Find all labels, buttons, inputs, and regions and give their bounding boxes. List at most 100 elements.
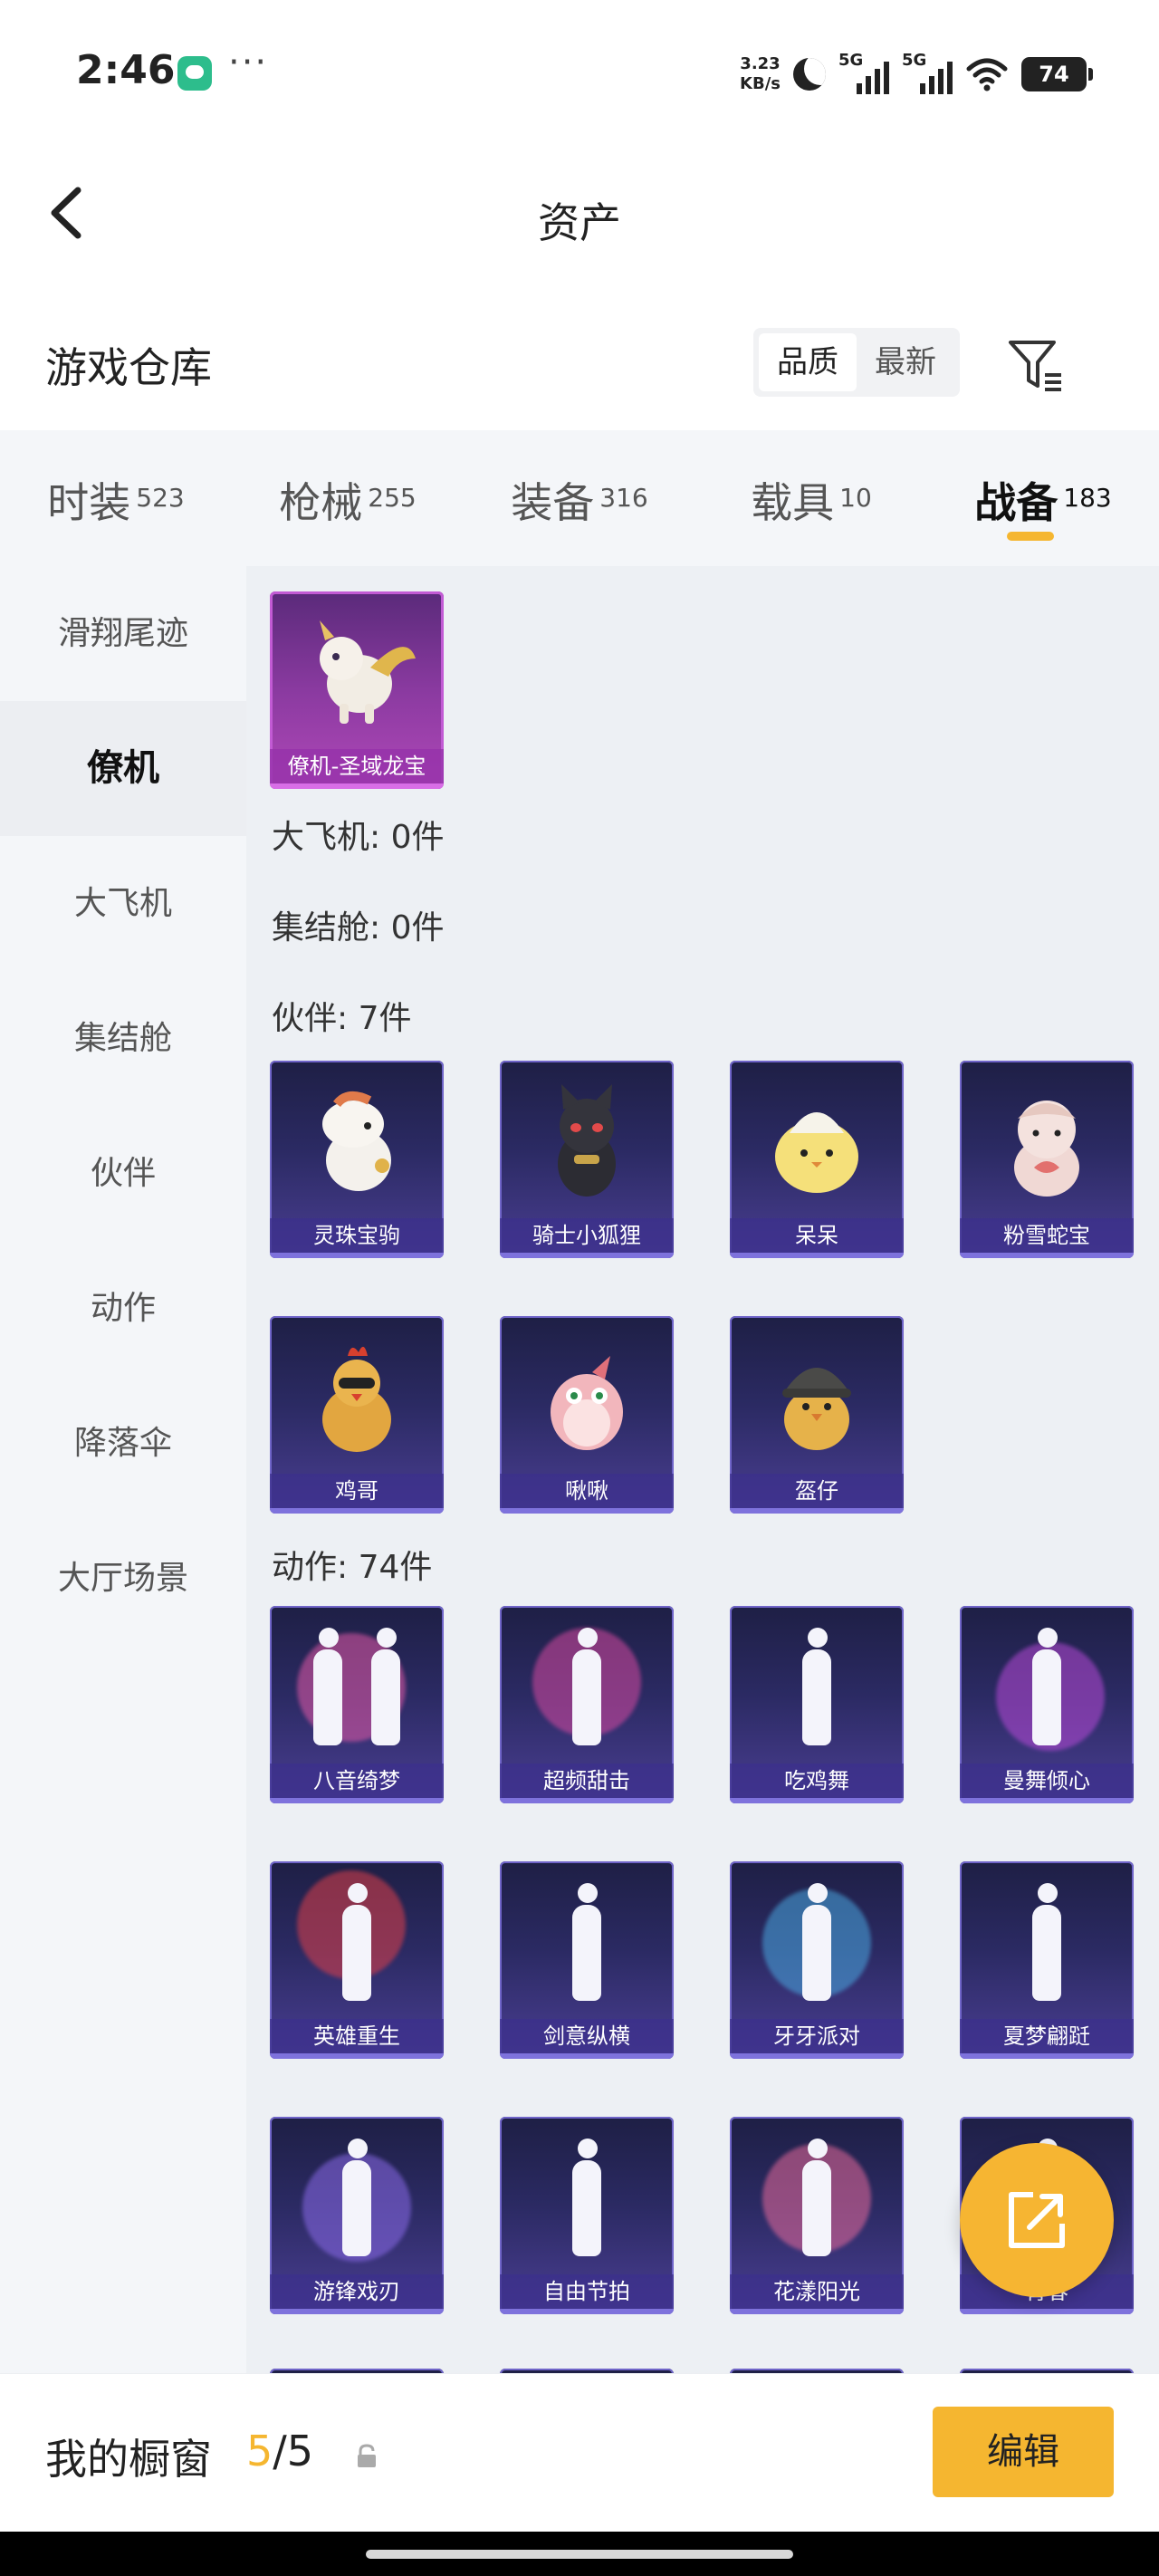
status-indicators: 3.23 KB/s 5G 5G 74: [740, 49, 1093, 100]
page-title: 资产: [538, 198, 621, 247]
tab-vehicles[interactable]: 载具 10: [695, 430, 927, 566]
item-card-emote[interactable]: 曼舞倾心: [960, 1606, 1134, 1803]
network-speed-unit: KB/s: [740, 74, 781, 93]
share-button[interactable]: [960, 2143, 1114, 2297]
tab-count: 523: [136, 483, 185, 513]
filter-icon: [1009, 341, 1061, 391]
item-name: 僚机-圣域龙宝: [270, 749, 444, 783]
pink-bird-pet-icon: [500, 1316, 674, 1477]
sidebar-item-lobby-scene[interactable]: 大厅场景: [0, 1511, 246, 1646]
item-card-emote[interactable]: 游锋戏刃: [270, 2117, 444, 2314]
section-label-emote: 动作: 74件: [272, 1549, 433, 1586]
tab-readiness[interactable]: 战备 183: [927, 430, 1159, 566]
tab-label: 时装: [47, 478, 131, 527]
item-card-emote[interactable]: 剑意纵横: [500, 1861, 674, 2059]
category-tabs: 时装 523 枪械 255 装备 316 载具 10 战备 183: [0, 430, 1159, 566]
showcase-count: 5/5: [246, 2427, 313, 2475]
dancer-silhouette-icon: [270, 1606, 444, 1767]
item-name: 盔仔: [730, 1474, 904, 1508]
sidebar-item-parachute[interactable]: 降落伞: [0, 1376, 246, 1511]
sidebar-item-plane[interactable]: 大飞机: [0, 836, 246, 971]
item-name: 鸡哥: [270, 1474, 444, 1508]
dancer-silhouette-icon: [730, 2117, 904, 2278]
dancer-silhouette-icon: [730, 1861, 904, 2023]
tab-count: 10: [839, 483, 872, 513]
item-card-emote[interactable]: 花漾阳光: [730, 2117, 904, 2314]
showcase-bar: 我的橱窗 5/5 编辑: [0, 2373, 1159, 2532]
item-card-partner[interactable]: 啾啾: [500, 1316, 674, 1514]
tab-count: 316: [599, 483, 648, 513]
item-card-partner[interactable]: 呆呆: [730, 1061, 904, 1258]
item-name: 八音绮梦: [270, 1764, 444, 1798]
sidebar-item-wingman[interactable]: 僚机: [0, 701, 246, 836]
filter-button[interactable]: [1005, 333, 1068, 397]
dancer-silhouette-icon: [500, 2117, 674, 2278]
helmet-chick-pet-icon: [730, 1316, 904, 1477]
dancer-silhouette-icon: [960, 1606, 1134, 1767]
nav-bar: 资产: [0, 145, 1159, 281]
item-name: 剑意纵横: [500, 2019, 674, 2053]
sidebar-item-glide-trail[interactable]: 滑翔尾迹: [0, 566, 246, 701]
item-card-partner[interactable]: 骑士小狐狸: [500, 1061, 674, 1258]
item-name: 夏梦翩跹: [960, 2019, 1134, 2053]
item-card-emote[interactable]: 夏梦翩跹: [960, 1861, 1134, 2059]
lock-icon: [353, 2443, 380, 2470]
item-card-emote[interactable]: 自由节拍: [500, 2117, 674, 2314]
item-card-partner[interactable]: 粉雪蛇宝: [960, 1061, 1134, 1258]
edit-button[interactable]: 编辑: [933, 2407, 1114, 2497]
do-not-disturb-icon: [793, 58, 826, 91]
sort-toggle: 品质 最新: [753, 328, 960, 397]
item-card-partner[interactable]: 盔仔: [730, 1316, 904, 1514]
item-name: 游锋戏刃: [270, 2274, 444, 2309]
tab-label: 枪械: [279, 478, 363, 527]
item-card-emote[interactable]: 八音绮梦: [270, 1606, 444, 1803]
gesture-bar: [0, 2532, 1159, 2576]
warehouse-title: 游戏仓库: [45, 343, 212, 392]
item-card-emote[interactable]: 超频甜击: [500, 1606, 674, 1803]
yellow-chick-pet-icon: [730, 1061, 904, 1222]
tab-label: 载具: [751, 478, 835, 527]
item-card-partner[interactable]: 鸡哥: [270, 1316, 444, 1514]
showcase-current: 5: [246, 2427, 273, 2475]
signal-sim2-icon: 5G: [902, 51, 953, 94]
sidebar-item-pod[interactable]: 集结舱: [0, 971, 246, 1106]
active-tab-indicator: [1007, 532, 1054, 541]
item-card-emote[interactable]: 吃鸡舞: [730, 1606, 904, 1803]
home-indicator[interactable]: [366, 2550, 793, 2559]
sort-by-newest[interactable]: 最新: [857, 333, 954, 391]
subcategory-sidebar: 滑翔尾迹 僚机 大飞机 集结舱 伙伴 动作 降落伞 大厅场景: [0, 566, 246, 2373]
dancer-silhouette-icon: [500, 1861, 674, 2023]
item-name: 自由节拍: [500, 2274, 674, 2309]
rooster-pet-icon: [270, 1316, 444, 1477]
showcase-label: 我的橱窗: [45, 2435, 212, 2484]
showcase-total: /5: [273, 2427, 314, 2475]
item-card-emote[interactable]: 牙牙派对: [730, 1861, 904, 2059]
dragon-pet-icon: [270, 591, 444, 753]
network-speed: 3.23 KB/s: [740, 54, 781, 94]
item-card-emote[interactable]: 英雄重生: [270, 1861, 444, 2059]
sidebar-item-emote[interactable]: 动作: [0, 1241, 246, 1376]
item-name: 灵珠宝驹: [270, 1218, 444, 1253]
item-name: 啾啾: [500, 1474, 674, 1508]
tab-weapons[interactable]: 枪械 255: [232, 430, 464, 566]
tab-equipment[interactable]: 装备 316: [464, 430, 695, 566]
status-bar: 2:46 ··· 3.23 KB/s 5G 5G 74: [0, 0, 1159, 145]
share-external-icon: [1009, 2192, 1065, 2248]
wechat-notification-icon: [177, 56, 212, 91]
sidebar-item-partner[interactable]: 伙伴: [0, 1106, 246, 1241]
item-name: 曼舞倾心: [960, 1764, 1134, 1798]
more-notifications-icon: ···: [228, 42, 269, 83]
tab-count: 183: [1063, 483, 1112, 513]
dancer-silhouette-icon: [500, 1606, 674, 1767]
item-card-partner[interactable]: 灵珠宝驹: [270, 1061, 444, 1258]
dancer-silhouette-icon: [270, 1861, 444, 2023]
tab-fashion[interactable]: 时装 523: [0, 430, 232, 566]
tab-label: 装备: [511, 478, 595, 527]
item-name: 超频甜击: [500, 1764, 674, 1798]
battery-icon: 74: [1021, 57, 1093, 91]
sort-by-quality[interactable]: 品质: [759, 333, 857, 391]
item-card-wingman[interactable]: 僚机-圣域龙宝: [270, 591, 444, 789]
item-name: 呆呆: [730, 1218, 904, 1253]
pink-snake-pet-icon: [960, 1061, 1134, 1222]
tab-label: 战备: [974, 478, 1058, 527]
